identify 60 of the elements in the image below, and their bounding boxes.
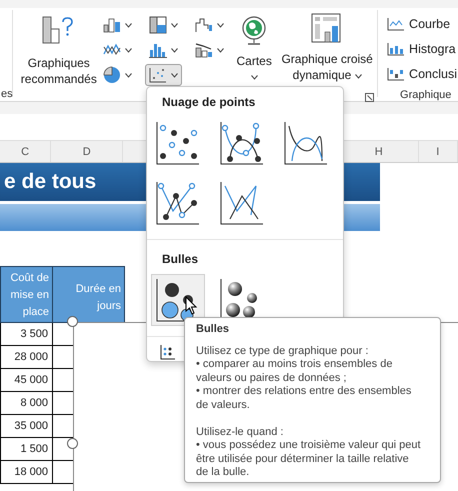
menu-section-title: Bulles xyxy=(161,251,200,268)
caret-icon xyxy=(125,48,132,52)
line-sparkline-icon xyxy=(387,16,406,30)
scatter-chart-icon xyxy=(156,121,200,165)
caret-icon xyxy=(217,22,224,28)
sparkline-button[interactable]: Conclusi xyxy=(386,63,458,84)
table-cell: 18 000 xyxy=(0,461,52,484)
table-cell: 28 000 xyxy=(0,346,52,369)
sparkline-button[interactable]: Courbe xyxy=(386,13,458,34)
globe-icon xyxy=(240,15,268,47)
smooth-line-scatter-icon xyxy=(220,121,264,165)
column-header[interactable]: I xyxy=(418,141,458,162)
caret-icon xyxy=(125,72,132,78)
group-label: Graphique xyxy=(400,89,452,101)
caret-icon xyxy=(171,22,178,28)
column-sparkline-icon xyxy=(387,42,406,56)
mouse-pointer-icon xyxy=(185,296,198,315)
smooth-line-chart-icon xyxy=(284,121,328,165)
table-cell: 35 000 xyxy=(0,415,52,438)
caret-icon xyxy=(171,72,178,78)
histogram-icon xyxy=(149,42,168,58)
resize-handle[interactable] xyxy=(67,438,78,449)
win-loss-sparkline-icon xyxy=(387,66,406,80)
caret-icon xyxy=(171,48,178,52)
tooltip-text: Utilisez-le quand : xyxy=(196,426,284,440)
treemap-icon xyxy=(149,16,168,34)
caret-icon xyxy=(250,75,258,80)
dialog-launcher-icon[interactable] xyxy=(365,93,374,102)
straight-line-chart-icon xyxy=(220,181,264,225)
menu-section-title: Nuage de points xyxy=(161,94,256,111)
caret-icon xyxy=(217,48,224,52)
sheet-title: e de tous xyxy=(4,170,96,194)
table-cell: 3 500 xyxy=(0,323,52,346)
chart-option[interactable] xyxy=(151,274,205,326)
straight-line-scatter-icon xyxy=(156,181,200,225)
column-header[interactable]: D xyxy=(51,141,124,162)
tooltip-text: • comparer au moins trois ensembles de valeurs ou paires de données ; xyxy=(196,358,394,386)
tooltip-text: • vous possédez une troisième valeur qui peut être utilisée pour déterminer la taille relative de la bulle. xyxy=(196,439,422,480)
tooltip-title: Bulles xyxy=(196,323,230,337)
column-chart-icon xyxy=(103,17,122,33)
recommended-charts-button[interactable]: Graphiques recommandés xyxy=(18,8,100,101)
caret-icon xyxy=(354,74,362,79)
column-header[interactable]: C xyxy=(0,141,52,162)
pivot-chart-icon xyxy=(311,13,344,45)
tooltip-text: Utilisez ce type de graphique pour : xyxy=(196,344,370,358)
table-header-cell: Coût de mise en place xyxy=(0,266,52,323)
chart-type-button[interactable] xyxy=(145,64,182,86)
pie-chart-icon xyxy=(103,66,122,84)
group-label: es xyxy=(1,88,13,100)
scatter-chart-icon xyxy=(149,67,168,83)
tooltip-text: • montrer des relations entre des ensembles de valeurs. xyxy=(196,385,412,413)
waterfall-chart-icon xyxy=(195,17,214,33)
caret-icon xyxy=(125,22,132,28)
table-cell: 1 500 xyxy=(0,438,52,461)
table-header-cell: Durée en jours xyxy=(52,266,125,323)
combo-chart-icon xyxy=(195,42,214,58)
sparkline-button[interactable]: Histogra xyxy=(386,38,458,59)
table-cell: 45 000 xyxy=(0,369,52,392)
table-cell: 8 000 xyxy=(0,392,52,415)
scatter-chart-icon xyxy=(160,344,176,360)
